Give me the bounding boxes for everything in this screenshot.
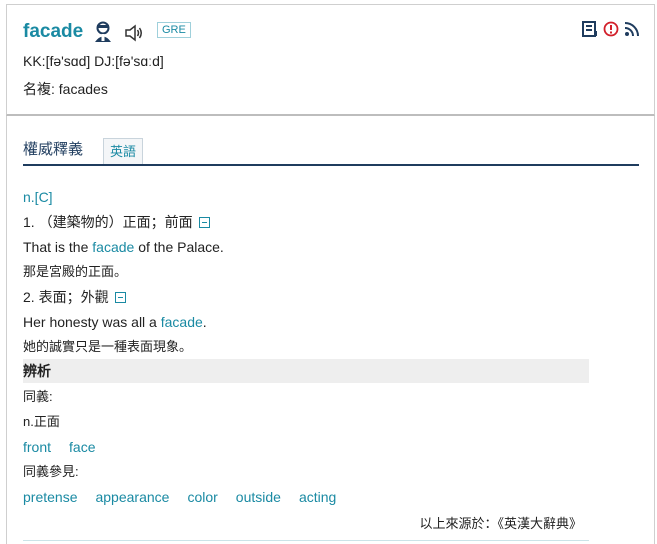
example-1-translation: 那是宮殿的正面。	[23, 264, 128, 279]
synonym-link[interactable]: face	[69, 439, 95, 455]
source-note: 以上來源於：《英漢大辭典》	[419, 516, 582, 531]
speaker-icon[interactable]	[124, 24, 144, 42]
tab-english[interactable]: 英語	[103, 138, 144, 164]
synonyms-label: 同義:	[23, 389, 53, 404]
example-2-after: .	[202, 314, 207, 330]
synonyms-pos: n.正面	[23, 414, 60, 429]
analysis-heading: 辨析	[23, 359, 589, 383]
see-also-link[interactable]: appearance	[95, 489, 169, 505]
example-1-before: That is the	[23, 239, 93, 255]
see-also-links: pretense appearance color outside acting	[23, 488, 354, 506]
rss-icon[interactable]	[624, 21, 640, 37]
divider	[23, 540, 589, 541]
bookmark-icon[interactable]	[582, 21, 598, 37]
example-1: That is the facade of the Palace.	[23, 238, 224, 256]
example-2: Her honesty was all a facade.	[23, 313, 207, 331]
exam-badge: GRE	[157, 22, 191, 38]
example-1-keyword: facade	[92, 239, 135, 255]
sense-2: 2. 表面；外觀	[23, 288, 126, 306]
see-also-link[interactable]: pretense	[23, 489, 77, 505]
synonym-links: front face	[23, 438, 113, 456]
collapse-icon[interactable]	[114, 291, 126, 303]
sense-1: 1. （建築物的）正面；前面	[23, 213, 210, 231]
example-2-before: Her honesty was all a	[23, 314, 161, 330]
synonym-link[interactable]: front	[23, 439, 51, 455]
example-2-keyword: facade	[160, 314, 203, 330]
see-also-link[interactable]: color	[187, 489, 217, 505]
sense-2-text: 2. 表面；外觀	[23, 289, 109, 305]
example-2-translation: 她的誠實只是一種表面現象。	[23, 339, 193, 354]
see-also-link[interactable]: acting	[299, 489, 336, 505]
word-header-card: facade GRE KK:[fə'sɑd] DJ:[fə'sɑːd] 名複: …	[6, 4, 655, 116]
part-of-speech: n.[C]	[23, 189, 53, 205]
headword: facade	[23, 21, 84, 42]
person-icon[interactable]	[94, 21, 112, 43]
toolbar-icons	[582, 21, 640, 37]
definition-card: 權威釋義 英語 n.[C] 1. （建築物的）正面；前面 That is the…	[6, 116, 655, 544]
example-1-after: of the Palace.	[134, 239, 224, 255]
see-also-link[interactable]: outside	[236, 489, 281, 505]
report-icon[interactable]	[603, 21, 619, 37]
tab-authoritative[interactable]: 權威釋義	[23, 138, 83, 159]
sense-1-text: 1. （建築物的）正面；前面	[23, 214, 193, 230]
see-also-label: 同義參見:	[23, 464, 79, 479]
collapse-icon[interactable]	[198, 216, 210, 228]
definition-tabs: 權威釋義 英語	[23, 136, 639, 166]
plural-form: 名複: facades	[23, 81, 108, 97]
pronunciation: KK:[fə'sɑd] DJ:[fə'sɑːd]	[23, 53, 164, 69]
